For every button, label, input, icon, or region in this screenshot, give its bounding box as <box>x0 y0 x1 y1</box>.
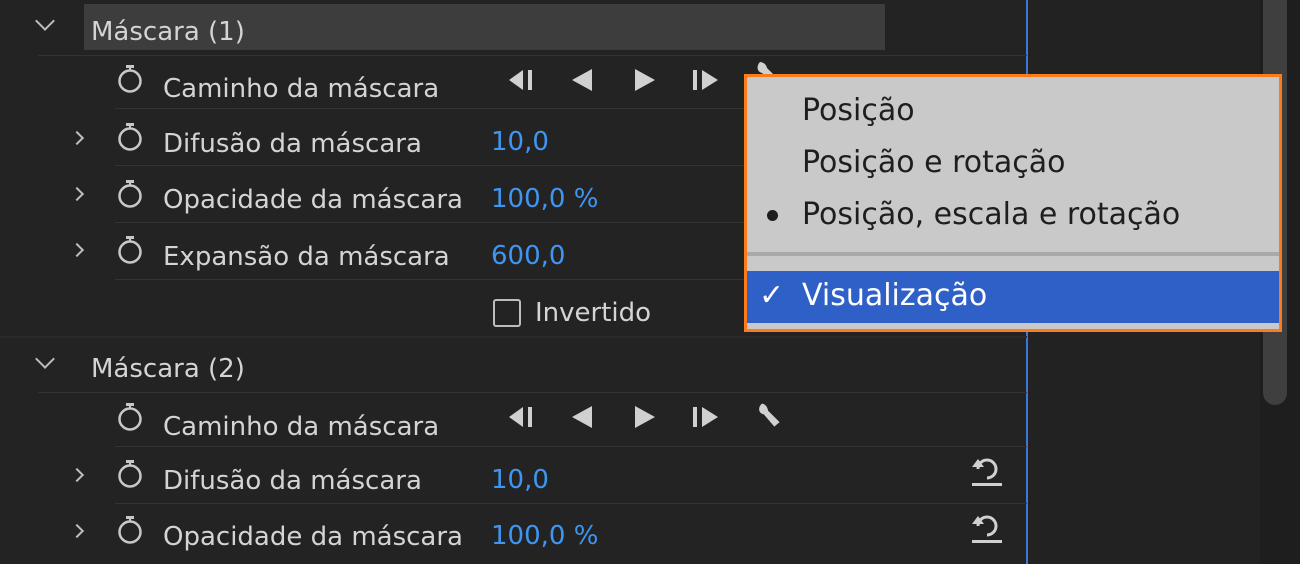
step-back-icon[interactable] <box>566 65 600 95</box>
menu-item-preview[interactable]: ✓ Visualização <box>747 271 1279 323</box>
mask-1-feather-value[interactable]: 10,0 <box>491 127 549 157</box>
inverted-label: Invertido <box>535 298 652 328</box>
mask-tracking-menu: Posição Posição e rotação Posição, escal… <box>744 74 1282 332</box>
mask-2-path-label: Caminho da máscara <box>163 412 440 442</box>
wrench-icon[interactable] <box>752 401 786 431</box>
stopwatch-icon[interactable] <box>117 122 143 152</box>
menu-separator <box>747 252 1279 256</box>
stopwatch-icon[interactable] <box>117 235 143 265</box>
stopwatch-icon[interactable] <box>117 402 143 432</box>
menu-item-position-rotation[interactable]: Posição e rotação <box>747 138 1279 188</box>
menu-item-position-scale-rotation[interactable]: Posição, escala e rotação <box>747 190 1279 240</box>
step-back-icon[interactable] <box>566 402 600 432</box>
mask-2-feather-label: Difusão da máscara <box>163 466 422 496</box>
menu-item-position[interactable]: Posição <box>747 86 1279 136</box>
section-divider <box>0 336 1027 338</box>
row-divider <box>38 392 1027 393</box>
mask-2-opacity-label: Opacidade da máscara <box>163 522 463 552</box>
selected-bullet-icon <box>767 210 778 221</box>
previous-keyframe-icon[interactable] <box>505 402 539 432</box>
play-icon[interactable] <box>627 65 661 95</box>
mask-1-expansion-value[interactable]: 600,0 <box>491 241 565 271</box>
mask-1-opacity-label: Opacidade da máscara <box>163 185 463 215</box>
play-icon[interactable] <box>627 402 661 432</box>
row-divider <box>115 503 1027 504</box>
mask-2-opacity-value[interactable]: 100,0 % <box>491 521 598 551</box>
menu-item-label: Posição e rotação <box>802 145 1066 180</box>
next-keyframe-icon[interactable] <box>688 65 722 95</box>
menu-item-label: Posição <box>802 93 915 128</box>
stopwatch-icon[interactable] <box>117 515 143 545</box>
stopwatch-icon[interactable] <box>117 64 143 94</box>
previous-keyframe-icon[interactable] <box>505 65 539 95</box>
row-divider <box>115 446 1027 447</box>
next-keyframe-icon[interactable] <box>688 402 722 432</box>
reset-parameter-icon[interactable] <box>968 509 1006 545</box>
stopwatch-icon[interactable] <box>117 459 143 489</box>
mask-1-opacity-value[interactable]: 100,0 % <box>491 184 598 214</box>
mask-1-title: Máscara (1) <box>91 17 245 47</box>
menu-item-label: Visualização <box>802 278 988 313</box>
inverted-checkbox[interactable] <box>493 299 521 327</box>
row-divider <box>38 55 1027 56</box>
mask-1-expansion-label: Expansão da máscara <box>163 242 450 272</box>
menu-item-label: Posição, escala e rotação <box>802 197 1181 232</box>
stopwatch-icon[interactable] <box>117 179 143 209</box>
checkmark-icon: ✓ <box>759 278 785 313</box>
mask-1-feather-label: Difusão da máscara <box>163 129 422 159</box>
reset-parameter-icon[interactable] <box>968 452 1006 488</box>
mask-2-feather-value[interactable]: 10,0 <box>491 465 549 495</box>
mask-2-title: Máscara (2) <box>91 354 245 384</box>
mask-1-path-label: Caminho da máscara <box>163 74 440 104</box>
